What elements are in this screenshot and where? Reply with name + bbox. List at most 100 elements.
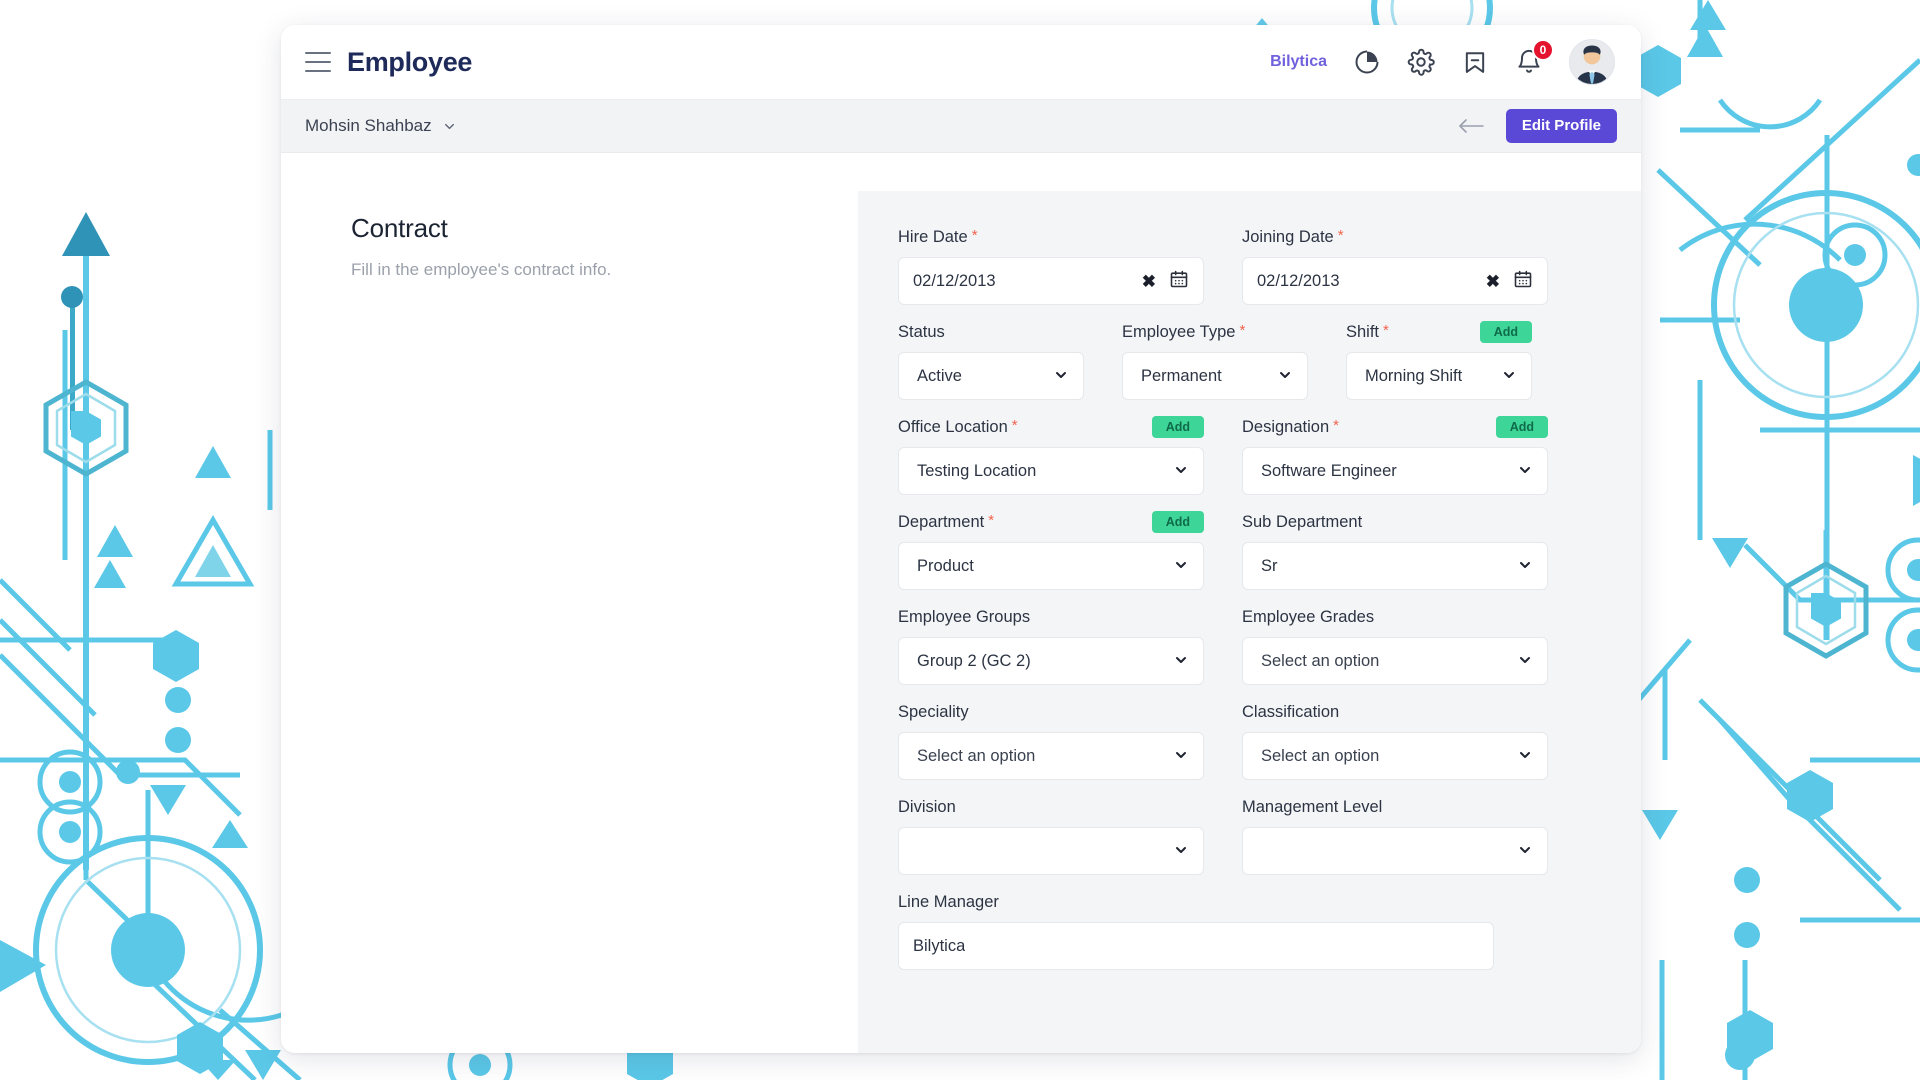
date-field-icons: ✖ (1486, 269, 1533, 294)
field-label: Employee Grades (1242, 607, 1375, 626)
field-value: Select an option (917, 746, 1036, 765)
field-label-row: Hire Date * (898, 224, 1204, 250)
select-input[interactable]: Software Engineer (1242, 447, 1548, 495)
required-asterisk: * (988, 511, 995, 529)
brand-link[interactable]: Bilytica (1270, 53, 1327, 71)
calendar-icon[interactable] (1169, 269, 1189, 289)
select-input[interactable]: Select an option (1242, 732, 1548, 780)
breadcrumb-label: Mohsin Shahbaz (305, 116, 432, 135)
calendar-icon[interactable] (1513, 269, 1533, 294)
form-field-status: Status Active (898, 319, 1084, 400)
field-label-row: Office Location * Add (898, 414, 1204, 440)
field-value: Testing Location (917, 461, 1037, 480)
field-value: Select an option (1261, 746, 1380, 765)
field-label-row: Line Manager (898, 889, 1494, 915)
field-label-row: Classification (1242, 699, 1548, 725)
edit-profile-button[interactable]: Edit Profile (1505, 108, 1617, 144)
chevron-down-icon[interactable] (1173, 462, 1189, 481)
hamburger-icon[interactable] (305, 52, 331, 72)
chevron-down-icon[interactable] (1173, 842, 1189, 861)
field-label: Line Manager (898, 892, 999, 911)
contract-form-panel: Hire Date * 02/12/2013 ✖ Joining Date * 02/12/… (858, 191, 1641, 1053)
select-input[interactable]: Testing Location (898, 447, 1204, 495)
gear-icon[interactable] (1407, 48, 1435, 76)
field-value: Sr (1261, 556, 1278, 575)
field-value: Active (917, 366, 962, 385)
form-field-management-level: Management Level (1242, 794, 1548, 875)
chevron-down-icon[interactable] (1173, 652, 1189, 671)
select-input[interactable]: Select an option (1242, 637, 1548, 685)
chevron-down-icon[interactable] (1517, 747, 1533, 766)
section-subtitle: Fill in the employee's contract info. (351, 260, 612, 279)
field-label: Department (898, 512, 985, 531)
select-input[interactable] (898, 827, 1204, 875)
required-asterisk: * (1011, 416, 1018, 434)
chevron-down-icon[interactable] (1277, 367, 1293, 386)
add-button[interactable]: Add (1495, 415, 1548, 439)
notification-badge: 0 (1532, 39, 1554, 61)
chevron-down-icon[interactable] (1173, 747, 1189, 766)
field-value: Product (917, 556, 974, 575)
field-label-row: Sub Department (1242, 509, 1548, 535)
field-label: Office Location (898, 417, 1008, 436)
calendar-icon[interactable] (1513, 269, 1533, 289)
field-label-row: Status (898, 319, 1084, 345)
select-input[interactable] (1242, 827, 1548, 875)
field-label: Joining Date (1242, 227, 1334, 246)
add-button[interactable]: Add (1151, 510, 1204, 534)
form-field-sub-department: Sub Department Sr (1242, 509, 1548, 590)
form-field-employee-grades: Employee Grades Select an option (1242, 604, 1548, 685)
arrow-left-icon[interactable] (1458, 117, 1484, 135)
field-label: Speciality (898, 702, 969, 721)
select-input[interactable]: Morning Shift (1346, 352, 1532, 400)
form-field-classification: Classification Select an option (1242, 699, 1548, 780)
form-row: Employee Groups Group 2 (GC 2) Employee Gr… (898, 604, 1601, 685)
top-bar-actions: Bilytica 0 (1270, 39, 1641, 85)
date-field-icons: ✖ (1142, 269, 1189, 294)
avatar[interactable] (1569, 39, 1615, 85)
clear-icon[interactable]: ✖ (1486, 273, 1500, 290)
required-asterisk: * (971, 226, 978, 244)
field-value: Software Engineer (1261, 461, 1397, 480)
form-field-designation: Designation * Add Software Engineer (1242, 414, 1548, 495)
chevron-down-icon[interactable] (1517, 842, 1533, 861)
form-row: Department * Add Product Sub Department Sr (898, 509, 1601, 590)
chevron-down-icon[interactable] (1517, 462, 1533, 481)
top-bar: Employee Bilytica 0 (281, 25, 1641, 100)
add-button[interactable]: Add (1479, 320, 1532, 344)
text-input[interactable]: Bilytica (898, 922, 1494, 970)
notifications-button[interactable]: 0 (1515, 39, 1554, 76)
field-label-row: Designation * Add (1242, 414, 1548, 440)
chevron-down-icon[interactable] (1501, 367, 1517, 386)
chevron-down-icon[interactable] (1517, 557, 1533, 576)
chevron-down-icon[interactable] (1173, 557, 1189, 576)
breadcrumb[interactable]: Mohsin Shahbaz (305, 116, 457, 136)
select-input[interactable]: Select an option (898, 732, 1204, 780)
field-value: 02/12/2013 (1257, 271, 1340, 290)
bookmark-icon[interactable] (1461, 48, 1489, 76)
field-label: Shift (1346, 322, 1380, 341)
field-label-row: Department * Add (898, 509, 1204, 535)
pie-chart-icon[interactable] (1353, 48, 1381, 76)
sub-header-actions: Edit Profile (1458, 108, 1617, 144)
form-field-department: Department * Add Product (898, 509, 1204, 590)
select-input[interactable]: Sr (1242, 542, 1548, 590)
chevron-down-icon[interactable] (442, 119, 457, 134)
select-input[interactable]: Permanent (1122, 352, 1308, 400)
field-label: Employee Type (1122, 322, 1236, 341)
select-input[interactable]: Group 2 (GC 2) (898, 637, 1204, 685)
date-input[interactable]: 02/12/2013 ✖ (898, 257, 1204, 305)
select-input[interactable]: Active (898, 352, 1084, 400)
form-field-employee-type: Employee Type * Permanent (1122, 319, 1308, 400)
chevron-down-icon[interactable] (1517, 652, 1533, 671)
select-input[interactable]: Product (898, 542, 1204, 590)
required-asterisk: * (1333, 416, 1339, 434)
field-label: Designation (1242, 417, 1330, 436)
field-label-row: Speciality (898, 699, 1204, 725)
date-input[interactable]: 02/12/2013 ✖ (1242, 257, 1548, 305)
add-button[interactable]: Add (1151, 415, 1204, 439)
page-title: Employee (347, 46, 473, 77)
chevron-down-icon[interactable] (1053, 367, 1069, 386)
clear-icon[interactable]: ✖ (1142, 273, 1156, 290)
calendar-icon[interactable] (1169, 269, 1189, 294)
